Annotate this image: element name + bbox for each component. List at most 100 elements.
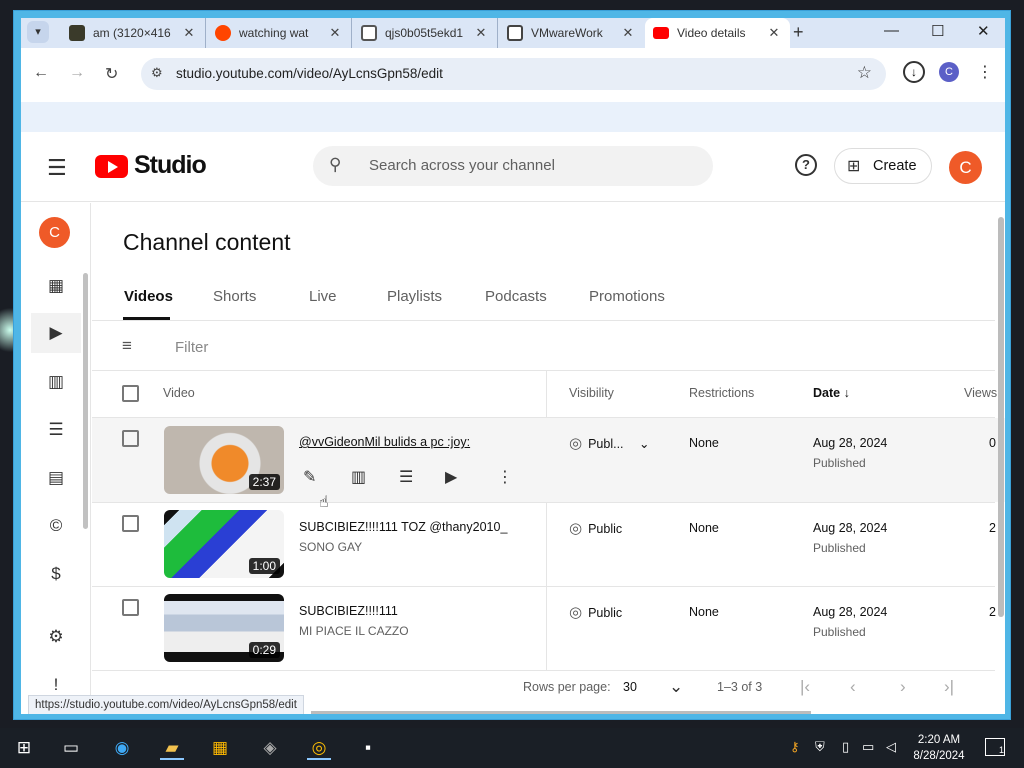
tab-playlists[interactable]: Playlists xyxy=(387,288,442,305)
page-scrollbar[interactable] xyxy=(998,217,1004,617)
sort-down-icon[interactable]: ↓ xyxy=(844,386,850,400)
file-explorer-icon[interactable]: ▰ xyxy=(160,736,184,760)
browser-menu-icon[interactable]: ⋮ xyxy=(977,62,993,82)
video-thumbnail[interactable]: 1:00 xyxy=(164,510,284,578)
comments-icon[interactable]: ☰ xyxy=(31,410,81,450)
video-title[interactable]: @vvGideonMil bulids a pc :joy: xyxy=(299,435,470,449)
account-avatar[interactable]: C xyxy=(949,151,982,184)
close-icon[interactable]: ✕ xyxy=(766,25,782,41)
edit-icon[interactable]: ✎ xyxy=(303,467,316,487)
bookmark-star-icon[interactable]: ☆ xyxy=(857,63,872,83)
help-button[interactable]: ? xyxy=(795,154,817,176)
video-title[interactable]: SUBCIBIEZ!!!!111 TOZ @thany2010_ xyxy=(299,520,507,534)
edge-icon[interactable]: ◉ xyxy=(110,736,134,760)
youtube-logo-icon[interactable] xyxy=(95,155,128,178)
download-icon[interactable]: ↓ xyxy=(903,61,925,83)
last-page-icon[interactable]: ›| xyxy=(944,677,954,697)
close-icon[interactable]: ✕ xyxy=(327,25,343,41)
video-thumbnail[interactable]: 0:29 xyxy=(164,594,284,662)
chevron-down-icon[interactable]: ⌄ xyxy=(669,677,683,697)
tab-shorts[interactable]: Shorts xyxy=(213,288,256,305)
table-row[interactable]: 1:00 SUBCIBIEZ!!!!111 TOZ @thany2010_ SO… xyxy=(92,503,1005,587)
select-all-checkbox[interactable] xyxy=(122,385,139,402)
address-bar[interactable]: ⚙ studio.youtube.com/video/AyLcnsGpn58/e… xyxy=(141,58,886,90)
filter-input[interactable]: Filter xyxy=(175,339,208,356)
close-icon[interactable]: ✕ xyxy=(620,25,636,41)
table-row[interactable]: 2:37 @vvGideonMil bulids a pc :joy: ✎ ▥ … xyxy=(92,418,1005,502)
restrictions-value: None xyxy=(689,436,719,450)
visibility-value[interactable]: ◎ Public xyxy=(569,603,622,621)
youtube-play-icon[interactable]: ▶ xyxy=(445,467,457,487)
visibility-select[interactable]: ◎ Publ... ⌄ xyxy=(569,434,650,452)
rows-per-page-select[interactable]: 30 xyxy=(623,680,637,694)
visibility-value[interactable]: ◎ Public xyxy=(569,519,622,537)
browser-tab[interactable]: qjs0b05t5ekd1 ✕ xyxy=(353,18,498,48)
video-thumbnail[interactable]: 2:37 xyxy=(164,426,284,494)
analytics-icon[interactable]: ▥ xyxy=(351,467,366,487)
windows-start-icon[interactable]: ⊞ xyxy=(12,736,36,760)
create-button[interactable]: ⊞ Create xyxy=(834,148,932,184)
browser-tab[interactable]: watching wat ✕ xyxy=(207,18,352,48)
url-text[interactable]: studio.youtube.com/video/AyLcnsGpn58/edi… xyxy=(176,66,443,81)
browser-tab[interactable]: VMwareWork ✕ xyxy=(499,18,644,48)
menu-icon[interactable]: ☰ xyxy=(47,155,67,181)
search-input[interactable]: ⚲ Search across your channel xyxy=(313,146,713,186)
task-view-icon[interactable]: ▭ xyxy=(59,736,83,760)
tab-search-button[interactable]: ▾ xyxy=(27,21,49,43)
new-tab-button[interactable]: + xyxy=(793,22,804,43)
studio-logo-text[interactable]: Studio xyxy=(134,151,207,180)
settings-icon[interactable]: ⚙ xyxy=(31,617,81,657)
battery-icon[interactable]: ▯ xyxy=(842,739,849,755)
network-icon[interactable]: ▭ xyxy=(862,739,874,755)
terminal-icon[interactable]: ▪ xyxy=(356,736,380,760)
image-favicon-icon xyxy=(69,25,85,41)
minimize-icon[interactable]: — xyxy=(884,22,899,39)
chrome-icon[interactable]: ◎ xyxy=(307,736,331,760)
more-options-icon[interactable]: ⋮ xyxy=(497,467,513,487)
system-clock[interactable]: 2:20 AM 8/28/2024 xyxy=(908,732,970,764)
first-page-icon[interactable]: |‹ xyxy=(800,677,810,697)
notification-center-icon[interactable]: 1 xyxy=(985,738,1005,756)
back-icon[interactable]: ← xyxy=(33,64,49,82)
video-title[interactable]: SUBCIBIEZ!!!!111 xyxy=(299,604,398,618)
video-duration: 1:00 xyxy=(248,558,280,574)
store-icon[interactable]: ▦ xyxy=(208,736,232,760)
row-checkbox[interactable] xyxy=(122,515,139,532)
browser-tab-active[interactable]: Video details ✕ xyxy=(645,18,790,48)
site-info-icon[interactable]: ⚙ xyxy=(151,65,163,81)
vmware-icon[interactable]: ◈ xyxy=(258,736,282,760)
tab-videos[interactable]: Videos xyxy=(124,288,173,305)
close-icon[interactable]: ✕ xyxy=(473,25,489,41)
volume-muted-icon[interactable]: ◁ xyxy=(886,739,896,755)
maximize-icon[interactable]: ☐ xyxy=(931,22,944,40)
row-checkbox[interactable] xyxy=(122,430,139,447)
previous-page-icon[interactable]: ‹ xyxy=(850,677,856,697)
earn-icon[interactable]: $ xyxy=(31,554,81,594)
analytics-icon[interactable]: ▥ xyxy=(31,362,81,402)
channel-avatar[interactable]: C xyxy=(39,217,70,248)
tab-promotions[interactable]: Promotions xyxy=(589,288,665,305)
browser-tab[interactable]: am (3120×416 ✕ xyxy=(61,18,206,48)
chevron-down-icon[interactable]: ⌄ xyxy=(639,437,649,451)
close-icon[interactable]: ✕ xyxy=(181,25,197,41)
forward-icon[interactable]: → xyxy=(69,64,85,82)
filter-icon[interactable]: ≡ xyxy=(122,336,132,356)
content-icon[interactable]: ▶ xyxy=(31,313,81,353)
column-header-date[interactable]: Date ↓ xyxy=(813,386,850,400)
copyright-icon[interactable]: © xyxy=(31,506,81,546)
dashboard-icon[interactable]: ▦ xyxy=(31,266,81,306)
table-row[interactable]: 0:29 SUBCIBIEZ!!!!111 MI PIACE IL CAZZO … xyxy=(92,587,1005,671)
key-icon[interactable]: ⚷ xyxy=(790,739,800,755)
profile-button[interactable]: C xyxy=(939,62,959,82)
tab-live[interactable]: Live xyxy=(309,288,337,305)
shield-icon[interactable]: ⛨ xyxy=(815,739,825,755)
row-checkbox[interactable] xyxy=(122,599,139,616)
reload-icon[interactable]: ↻ xyxy=(105,64,118,84)
sidebar-scrollbar[interactable] xyxy=(83,273,88,529)
next-page-icon[interactable]: › xyxy=(900,677,906,697)
comments-icon[interactable]: ☰ xyxy=(399,467,413,487)
close-window-icon[interactable]: ✕ xyxy=(977,22,990,40)
horizontal-scrollbar[interactable] xyxy=(311,711,811,714)
tab-podcasts[interactable]: Podcasts xyxy=(485,288,547,305)
subtitles-icon[interactable]: ▤ xyxy=(31,458,81,498)
